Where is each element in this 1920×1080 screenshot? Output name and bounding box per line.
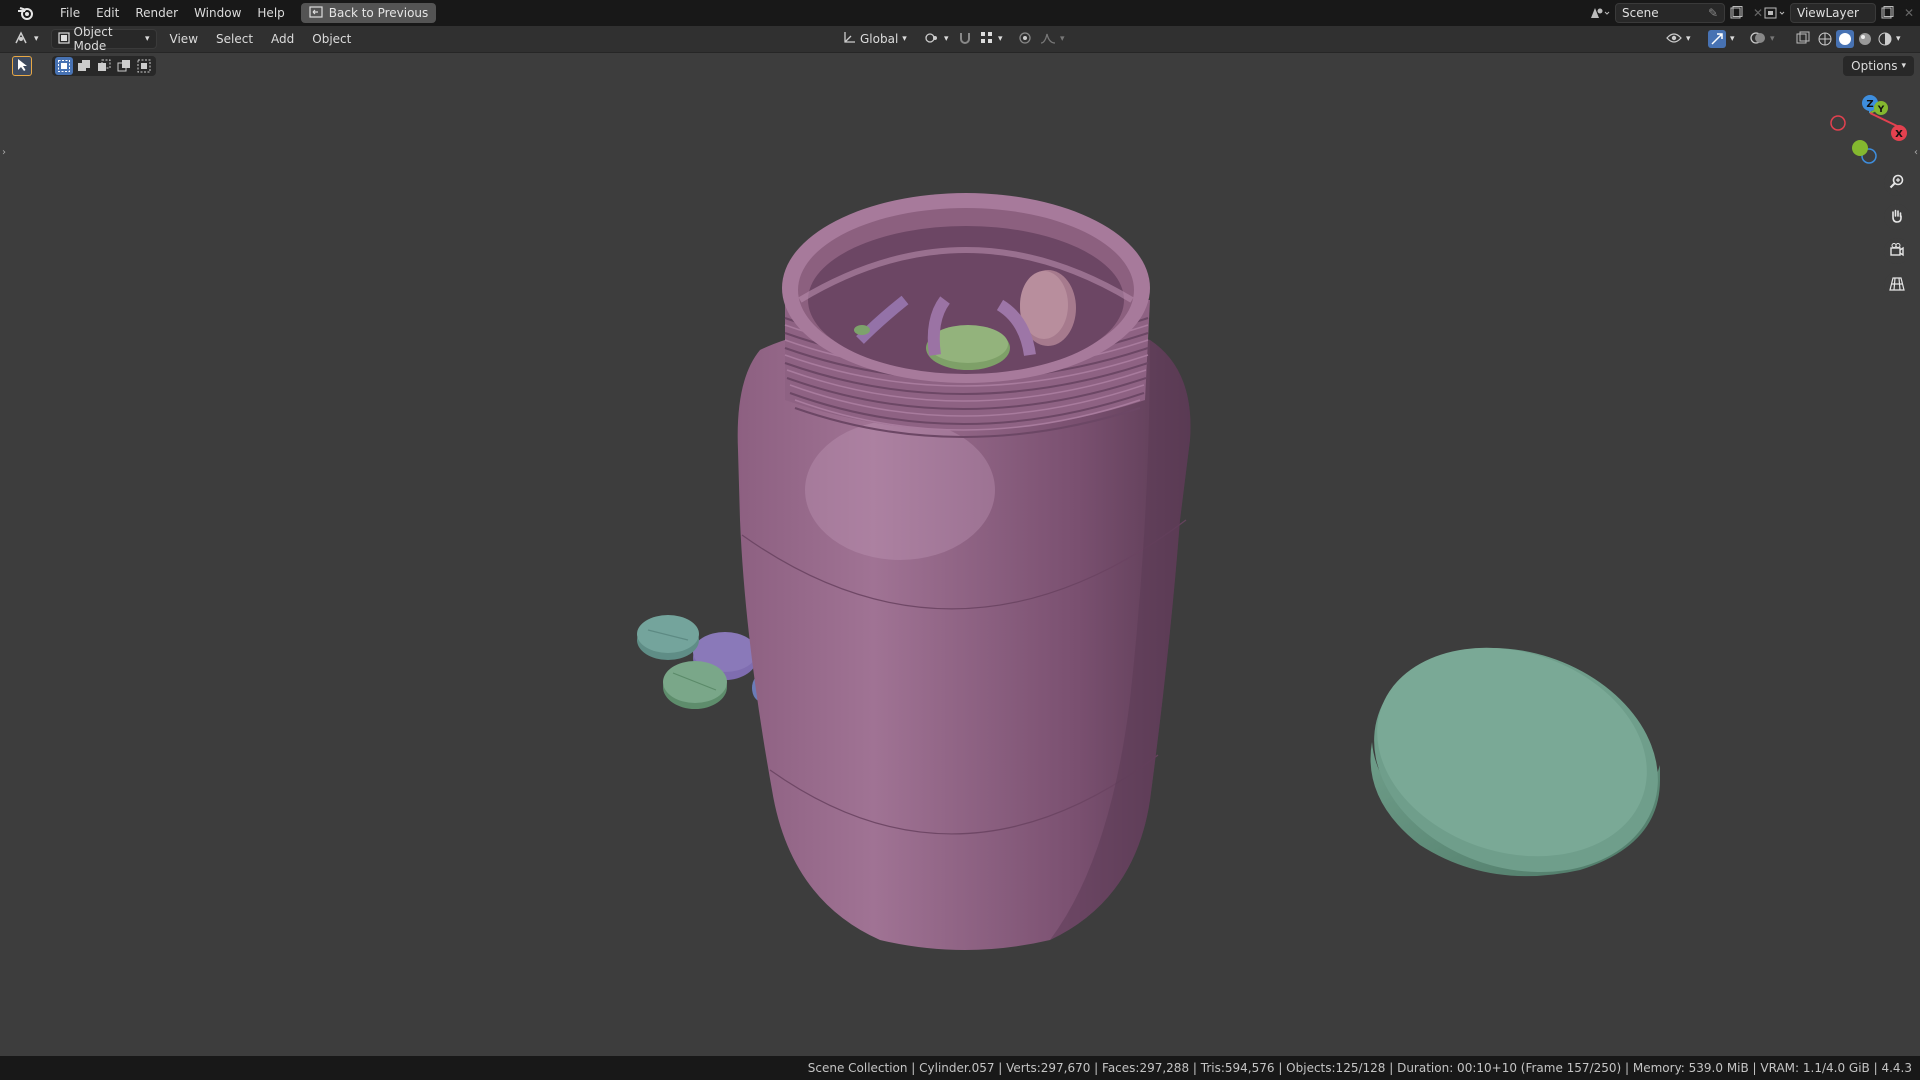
material-shading-icon[interactable] [1856,30,1874,48]
grid-icon [1889,276,1905,295]
camera-view-button[interactable] [1884,238,1910,264]
menu-object[interactable]: Object [303,29,360,49]
viewport-navigation-buttons [1884,170,1910,298]
snap-magnet-icon [958,31,972,48]
blender-logo-icon[interactable] [0,0,52,26]
menu-help[interactable]: Help [249,0,292,26]
zoom-button[interactable] [1884,170,1910,196]
pivot-point-selector[interactable]: ▾ [918,29,955,49]
xray-icon [1796,31,1810,48]
lid [1370,647,1660,877]
orientation-icon [842,31,856,48]
scene-statistics: Scene Collection | Cylinder.057 | Verts:… [807,1061,1912,1075]
object-mode-icon [57,31,70,47]
overlays-icon [1750,31,1766,48]
view-layer-browse-icon[interactable] [1760,3,1790,23]
transform-orientation-selector[interactable]: Global ▾ [836,29,913,49]
scene-browse-icon[interactable] [1585,3,1615,23]
gizmo-toggle[interactable]: ▾ [1702,29,1741,49]
gizmo-icon [1708,30,1726,48]
jar [737,193,1191,950]
selection-mode-group [52,56,156,76]
select-new-icon[interactable] [55,57,73,75]
menu-select[interactable]: Select [207,29,262,49]
search-icon [1889,174,1905,193]
menu-render[interactable]: Render [127,0,186,26]
navigation-gizmo[interactable]: Z Y X [1830,95,1907,164]
select-tool-button[interactable] [12,56,32,76]
overlays-toggle[interactable]: ▾ [1744,29,1781,49]
mode-label: Object Mode [73,25,113,53]
object-visibility-selector[interactable]: ▾ [1660,29,1697,49]
editor-type-selector[interactable]: ▾ [8,29,45,49]
pivot-icon [924,31,940,48]
options-label: Options [1851,59,1898,73]
gizmo-y-label: Y [1877,105,1885,115]
scene-name-field[interactable]: Scene ✎ [1615,3,1725,23]
viewport-header: ▾ Object Mode ▾ View Select Add Object G… [0,25,1920,53]
snap-target-selector[interactable]: ▾ [974,29,1009,49]
chevron-down-icon: ▾ [998,34,1003,44]
eye-icon [1666,32,1682,47]
3d-viewport[interactable]: Z Y X › ‹ [0,53,1920,1056]
new-view-layer-icon[interactable] [1876,3,1898,23]
view-layer-name-field[interactable]: ViewLayer [1790,3,1876,23]
gizmo-z-label: Z [1866,99,1873,110]
camera-icon [1889,242,1905,261]
back-icon [309,5,323,21]
orientation-label: Global [860,32,899,46]
select-extend-icon[interactable] [75,57,93,75]
chevron-down-icon: ▾ [34,34,39,44]
select-intersect-icon[interactable] [135,57,153,75]
menu-window[interactable]: Window [186,0,249,26]
perspective-toggle-button[interactable] [1884,272,1910,298]
chevron-down-icon: ▾ [1901,61,1906,71]
pin-icon[interactable]: ✎ [1708,6,1718,20]
tool-header [12,56,156,76]
chevron-down-icon: ▾ [1770,34,1775,44]
new-scene-icon[interactable] [1725,3,1747,23]
solid-shading-icon[interactable] [1836,30,1854,48]
proportional-editing-icon [1018,31,1032,48]
chevron-down-icon: ▾ [944,34,949,44]
scene-name: Scene [1622,6,1659,20]
editor-type-icon [14,30,30,48]
back-to-previous-label: Back to Previous [328,6,429,20]
xray-toggle[interactable] [1790,29,1816,49]
toolbar-expand-arrow[interactable]: › [2,147,6,158]
shading-mode-group: ▾ [1816,30,1901,48]
mode-selector[interactable]: Object Mode ▾ [50,25,157,53]
rendered-shading-icon[interactable] [1876,30,1894,48]
view-layer-selector: ViewLayer ✕ [1760,3,1920,23]
menu-add[interactable]: Add [262,29,303,49]
menu-file[interactable]: File [52,0,88,26]
top-bar: File Edit Render Window Help Back to Pre… [0,0,1920,26]
pan-button[interactable] [1884,204,1910,230]
scene-selector: Scene ✎ ✕ [1585,3,1769,23]
options-dropdown[interactable]: Options ▾ [1843,56,1914,76]
cursor-select-icon [16,58,28,75]
view-layer-name: ViewLayer [1797,6,1859,20]
menu-edit[interactable]: Edit [88,0,127,26]
select-invert-icon[interactable] [115,57,133,75]
gizmo-x-label: X [1895,129,1903,140]
menu-view[interactable]: View [161,29,207,49]
chevron-down-icon: ▾ [1060,34,1065,44]
delete-view-layer-icon[interactable]: ✕ [1898,3,1920,23]
chevron-down-icon: ▾ [1730,34,1735,44]
chevron-down-icon: ▾ [902,34,907,44]
back-to-previous-button[interactable]: Back to Previous [300,3,437,23]
status-bar: Scene Collection | Cylinder.057 | Verts:… [0,1056,1920,1080]
select-subtract-icon[interactable] [95,57,113,75]
falloff-curve-icon [1040,31,1056,48]
chevron-down-icon: ▾ [145,34,150,44]
wireframe-shading-icon[interactable] [1816,30,1834,48]
viewport-scene: Z Y X [637,95,1907,950]
sidebar-expand-arrow[interactable]: ‹ [1914,147,1918,158]
chevron-down-icon: ▾ [1686,34,1691,44]
falloff-selector[interactable]: ▾ [1034,29,1071,49]
chevron-down-icon[interactable]: ▾ [1896,34,1901,44]
snap-grid-icon [980,31,994,48]
hand-pan-icon [1889,208,1905,227]
